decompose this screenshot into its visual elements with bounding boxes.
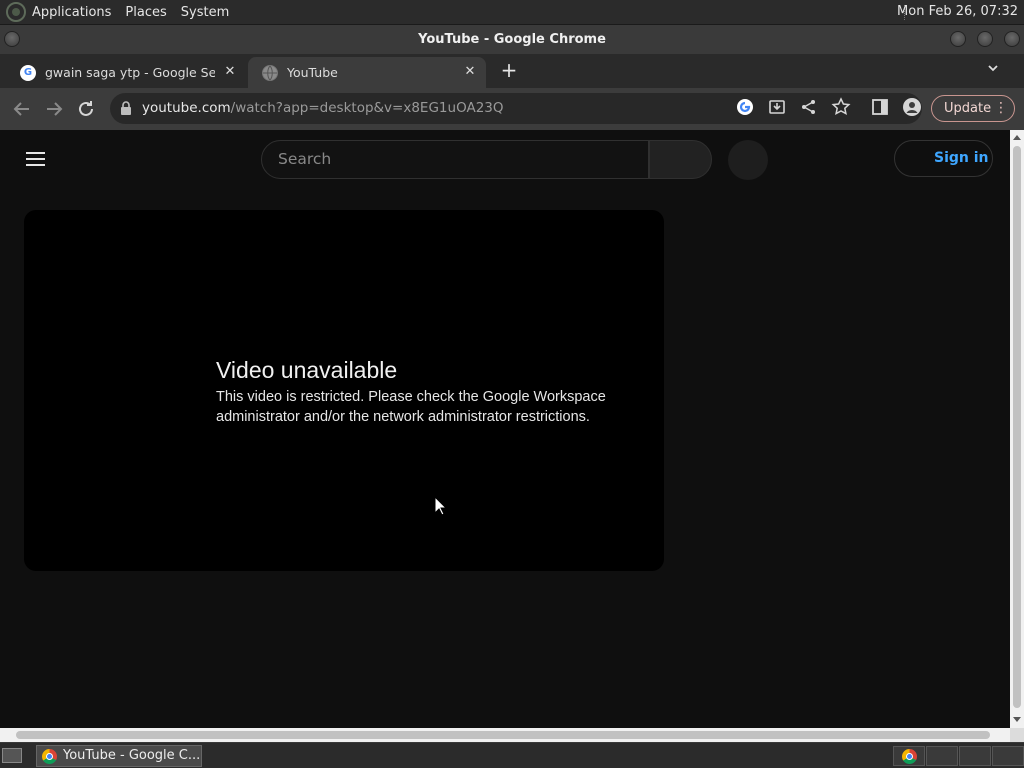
install-app-icon[interactable] — [765, 97, 789, 121]
scroll-up-arrow-icon[interactable] — [1013, 135, 1021, 140]
sign-in-button[interactable]: Sign in — [894, 140, 993, 177]
google-icon: G — [20, 64, 36, 81]
workspace-4[interactable] — [992, 746, 1024, 766]
workspace-1[interactable] — [893, 746, 925, 766]
tab-title: gwain saga ytp - Google Search — [45, 65, 215, 80]
tab-search-chevron-icon[interactable] — [984, 62, 1002, 80]
scrollbar-corner — [1010, 728, 1024, 742]
url-text[interactable]: youtube.com/watch?app=desktop&v=x8EG1uOA… — [142, 100, 504, 116]
bookmark-star-icon[interactable] — [829, 97, 853, 121]
lock-icon[interactable] — [120, 101, 132, 115]
horizontal-scroll-thumb[interactable] — [16, 731, 990, 739]
more-vertical-icon[interactable]: ⋮ — [994, 96, 1008, 121]
maximize-button[interactable] — [977, 31, 993, 47]
globe-icon — [262, 64, 278, 81]
distro-logo-icon[interactable] — [6, 2, 26, 22]
tab-youtube[interactable]: YouTube ✕ — [248, 57, 486, 88]
applications-menu[interactable]: Applications — [32, 5, 111, 20]
url-host: youtube.com — [142, 100, 231, 116]
close-tab-icon[interactable]: ✕ — [462, 64, 478, 80]
mouse-cursor-icon — [434, 496, 446, 516]
update-button[interactable]: Update ⋮ — [931, 95, 1015, 122]
url-path: /watch?app=desktop&v=x8EG1uOA23Q — [230, 100, 504, 116]
taskbar-item-label: YouTube - Google C... — [63, 748, 201, 763]
system-top-panel: Applications Places System Mon Feb 26, 0… — [0, 0, 1024, 25]
profile-avatar-icon[interactable] — [900, 97, 924, 121]
share-icon[interactable] — [797, 97, 821, 121]
error-title: Video unavailable — [216, 357, 398, 383]
window-menu-button[interactable] — [4, 31, 20, 47]
window-title: YouTube - Google Chrome — [418, 32, 606, 47]
places-menu[interactable]: Places — [125, 5, 166, 20]
browser-toolbar: youtube.com/watch?app=desktop&v=x8EG1uOA… — [0, 88, 1024, 130]
search-placeholder: Search — [278, 150, 332, 168]
voice-search-button[interactable] — [728, 140, 768, 180]
system-menu[interactable]: System — [181, 5, 229, 20]
show-desktop-icon[interactable] — [2, 748, 22, 763]
page-viewport: Search Sign in Video unavailable This vi… — [0, 130, 1010, 728]
google-lens-icon[interactable] — [733, 97, 757, 121]
search-button[interactable] — [649, 140, 712, 179]
close-tab-icon[interactable]: ✕ — [222, 64, 238, 80]
hamburger-menu-icon[interactable] — [26, 152, 46, 166]
horizontal-scrollbar[interactable] — [0, 728, 1010, 742]
tab-google-search[interactable]: G gwain saga ytp - Google Search ✕ — [6, 57, 246, 88]
back-arrow-icon[interactable] — [10, 97, 34, 121]
forward-arrow-icon[interactable] — [42, 97, 66, 121]
update-label: Update — [944, 101, 992, 116]
workspace-2[interactable] — [926, 746, 958, 766]
error-message: This video is restricted. Please check t… — [216, 389, 606, 425]
video-player[interactable]: Video unavailable This video is restrict… — [24, 210, 664, 571]
taskbar-item-chrome[interactable]: YouTube - Google C... — [36, 745, 202, 767]
address-bar[interactable]: youtube.com/watch?app=desktop&v=x8EG1uOA… — [110, 93, 922, 124]
vertical-scrollbar[interactable] — [1010, 130, 1024, 728]
clock[interactable]: Mon Feb 26, 07:32 — [897, 4, 1018, 19]
tab-title: YouTube — [287, 65, 338, 80]
new-tab-plus-icon[interactable]: + — [499, 60, 519, 80]
window-titlebar[interactable]: YouTube - Google Chrome — [0, 25, 1024, 54]
side-panel-icon[interactable] — [868, 97, 892, 121]
scroll-down-arrow-icon[interactable] — [1013, 717, 1021, 722]
bottom-panel: YouTube - Google C... — [0, 742, 1024, 768]
reload-icon[interactable] — [74, 97, 98, 121]
workspace-3[interactable] — [959, 746, 991, 766]
minimize-button[interactable] — [950, 31, 966, 47]
search-input[interactable]: Search — [261, 140, 649, 179]
chrome-icon — [42, 749, 57, 764]
sign-in-label: Sign in — [934, 150, 989, 166]
close-window-button[interactable] — [1004, 31, 1020, 47]
vertical-scroll-thumb[interactable] — [1013, 146, 1021, 708]
chrome-icon — [902, 749, 917, 764]
